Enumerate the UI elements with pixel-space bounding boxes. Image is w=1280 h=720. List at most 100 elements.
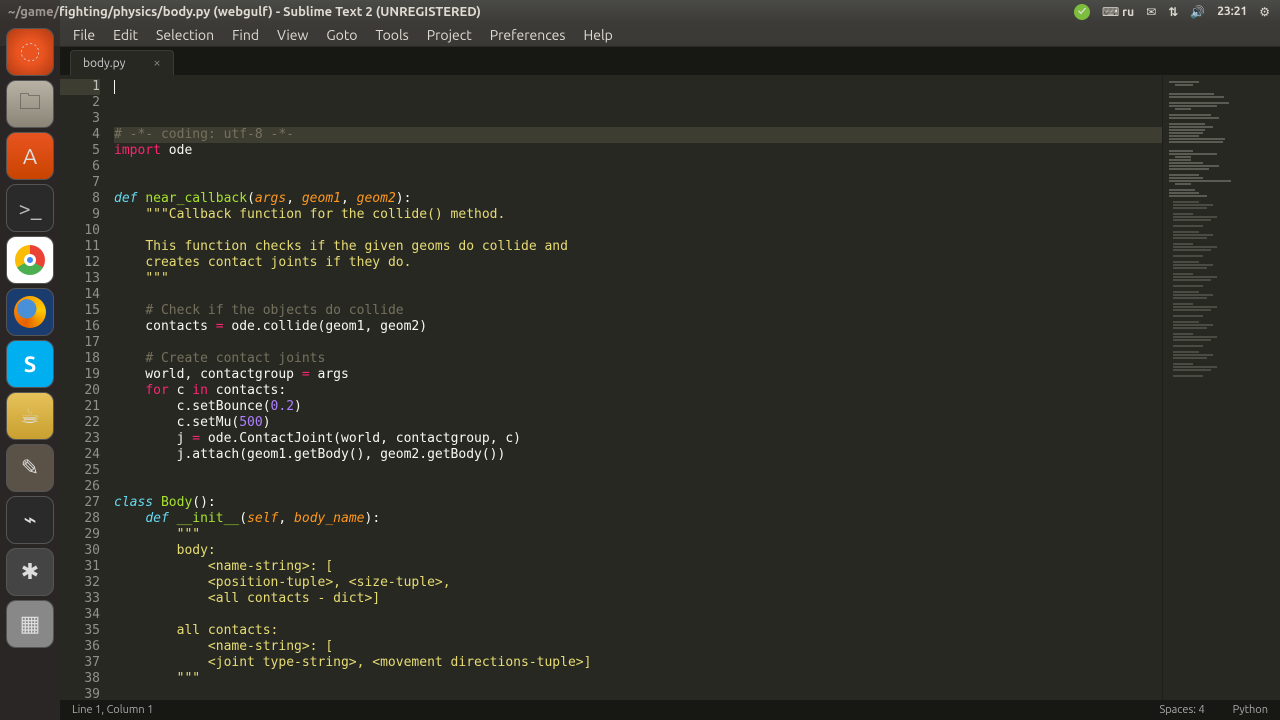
- menu-tools[interactable]: Tools: [368, 25, 417, 45]
- line-number: 15: [60, 303, 100, 319]
- menu-project[interactable]: Project: [419, 25, 480, 45]
- line-number: 13: [60, 271, 100, 287]
- tab-label: body.py: [83, 57, 125, 70]
- launcher-ff-icon[interactable]: [6, 288, 54, 336]
- menu-file[interactable]: File: [65, 25, 103, 45]
- menu-selection[interactable]: Selection: [148, 25, 222, 45]
- mail-icon[interactable]: ✉: [1146, 5, 1156, 19]
- window-title: ~/game/fighting/physics/body.py (webgulf…: [8, 5, 481, 19]
- line-number: 30: [60, 543, 100, 559]
- launcher-gimp-icon[interactable]: ✎: [6, 444, 54, 492]
- code-line: def near_callback(args, geom1, geom2):: [114, 191, 1162, 207]
- code-line: for c in contacts:: [114, 383, 1162, 399]
- menu-bar: FileEditSelectionFindViewGotoToolsProjec…: [0, 23, 1280, 47]
- line-number: 2: [60, 95, 100, 111]
- line-number: 33: [60, 591, 100, 607]
- line-number: 1: [60, 79, 100, 95]
- code-line: # Create contact joints: [114, 351, 1162, 367]
- status-language[interactable]: Python: [1233, 704, 1268, 716]
- line-number: 14: [60, 287, 100, 303]
- line-number: 3: [60, 111, 100, 127]
- keyboard-layout-icon[interactable]: ⌨ ru: [1102, 5, 1134, 19]
- line-number: 7: [60, 175, 100, 191]
- code-line: <name-string>: [: [114, 559, 1162, 575]
- menu-preferences[interactable]: Preferences: [482, 25, 574, 45]
- code-line: import ode: [114, 143, 1162, 159]
- line-number: 18: [60, 351, 100, 367]
- line-number: 10: [60, 223, 100, 239]
- code-line: c.setBounce(0.2): [114, 399, 1162, 415]
- line-number: 28: [60, 511, 100, 527]
- window-titlebar: ~/game/fighting/physics/body.py (webgulf…: [0, 0, 1280, 23]
- code-line: # Check if the objects do collide: [114, 303, 1162, 319]
- line-number: 26: [60, 479, 100, 495]
- launcher-set-icon[interactable]: ✱: [6, 548, 54, 596]
- code-line: <all contacts - dict>]: [114, 591, 1162, 607]
- system-tray: ✓ ⌨ ru ✉ ⇅ 🔊 23:21 ⚙: [1074, 4, 1280, 20]
- status-bar: Line 1, Column 1 Spaces: 4 Python: [60, 700, 1280, 720]
- code-line: """Callback function for the collide() m…: [114, 207, 1162, 223]
- code-line: """: [114, 271, 1162, 287]
- code-line: [114, 463, 1162, 479]
- menu-edit[interactable]: Edit: [105, 25, 146, 45]
- line-number: 35: [60, 623, 100, 639]
- tab-body-py[interactable]: body.py ×: [70, 50, 174, 75]
- status-position[interactable]: Line 1, Column 1: [72, 704, 153, 716]
- status-indent[interactable]: Spaces: 4: [1159, 704, 1204, 716]
- unity-launcher: ◌🗀A>_ S☕✎⌁✱▦: [0, 0, 60, 720]
- volume-icon[interactable]: 🔊: [1190, 5, 1205, 19]
- line-number: 8: [60, 191, 100, 207]
- menu-goto[interactable]: Goto: [318, 25, 365, 45]
- code-line: This function checks if the given geoms …: [114, 239, 1162, 255]
- code-line: <joint type-string>, <movement direction…: [114, 655, 1162, 671]
- update-icon[interactable]: ✓: [1074, 4, 1090, 20]
- launcher-sw-icon[interactable]: A: [6, 132, 54, 180]
- code-line: creates contact joints if they do.: [114, 255, 1162, 271]
- clock[interactable]: 23:21: [1217, 5, 1247, 18]
- code-line: [114, 223, 1162, 239]
- code-line: """: [114, 671, 1162, 687]
- launcher-term-icon[interactable]: >_: [6, 184, 54, 232]
- launcher-ubuntu-icon[interactable]: ◌: [6, 28, 54, 76]
- line-number: 39: [60, 687, 100, 700]
- code-line: [114, 479, 1162, 495]
- minimap[interactable]: [1162, 75, 1280, 700]
- menu-help[interactable]: Help: [575, 25, 620, 45]
- code-line: <name-string>: [: [114, 639, 1162, 655]
- code-line: j = ode.ContactJoint(world, contactgroup…: [114, 431, 1162, 447]
- code-area[interactable]: 1234567891011121314151617181920212223242…: [60, 75, 1280, 700]
- line-number: 37: [60, 655, 100, 671]
- code-line: <position-tuple>, <size-tuple>,: [114, 575, 1162, 591]
- code-line: c.setMu(500): [114, 415, 1162, 431]
- line-number: 12: [60, 255, 100, 271]
- launcher-tea-icon[interactable]: ☕: [6, 392, 54, 440]
- line-number: 6: [60, 159, 100, 175]
- line-number: 5: [60, 143, 100, 159]
- line-number: 36: [60, 639, 100, 655]
- launcher-chrome-icon[interactable]: [6, 236, 54, 284]
- code-line: # -*- coding: utf-8 -*-: [114, 127, 1162, 143]
- network-icon[interactable]: ⇅: [1168, 5, 1178, 19]
- menu-find[interactable]: Find: [224, 25, 267, 45]
- code-line: j.attach(geom1.getBody(), geom2.getBody(…: [114, 447, 1162, 463]
- menu-view[interactable]: View: [269, 25, 316, 45]
- line-number: 27: [60, 495, 100, 511]
- launcher-files-icon[interactable]: 🗀: [6, 80, 54, 128]
- line-number: 23: [60, 431, 100, 447]
- launcher-mon-icon[interactable]: ⌁: [6, 496, 54, 544]
- code-line: [114, 287, 1162, 303]
- line-number: 31: [60, 559, 100, 575]
- close-icon[interactable]: ×: [153, 56, 160, 70]
- line-number: 29: [60, 527, 100, 543]
- line-number: 32: [60, 575, 100, 591]
- gear-icon[interactable]: ⚙: [1259, 5, 1270, 19]
- line-number: 11: [60, 239, 100, 255]
- code-line: body:: [114, 543, 1162, 559]
- code-line: [114, 335, 1162, 351]
- line-number: 9: [60, 207, 100, 223]
- editor: body.py × 123456789101112131415161718192…: [60, 47, 1280, 700]
- code-line: world, contactgroup = args: [114, 367, 1162, 383]
- code-text[interactable]: # -*- coding: utf-8 -*-import ode def ne…: [110, 75, 1162, 700]
- launcher-calc-icon[interactable]: ▦: [6, 600, 54, 648]
- launcher-skype-icon[interactable]: S: [6, 340, 54, 388]
